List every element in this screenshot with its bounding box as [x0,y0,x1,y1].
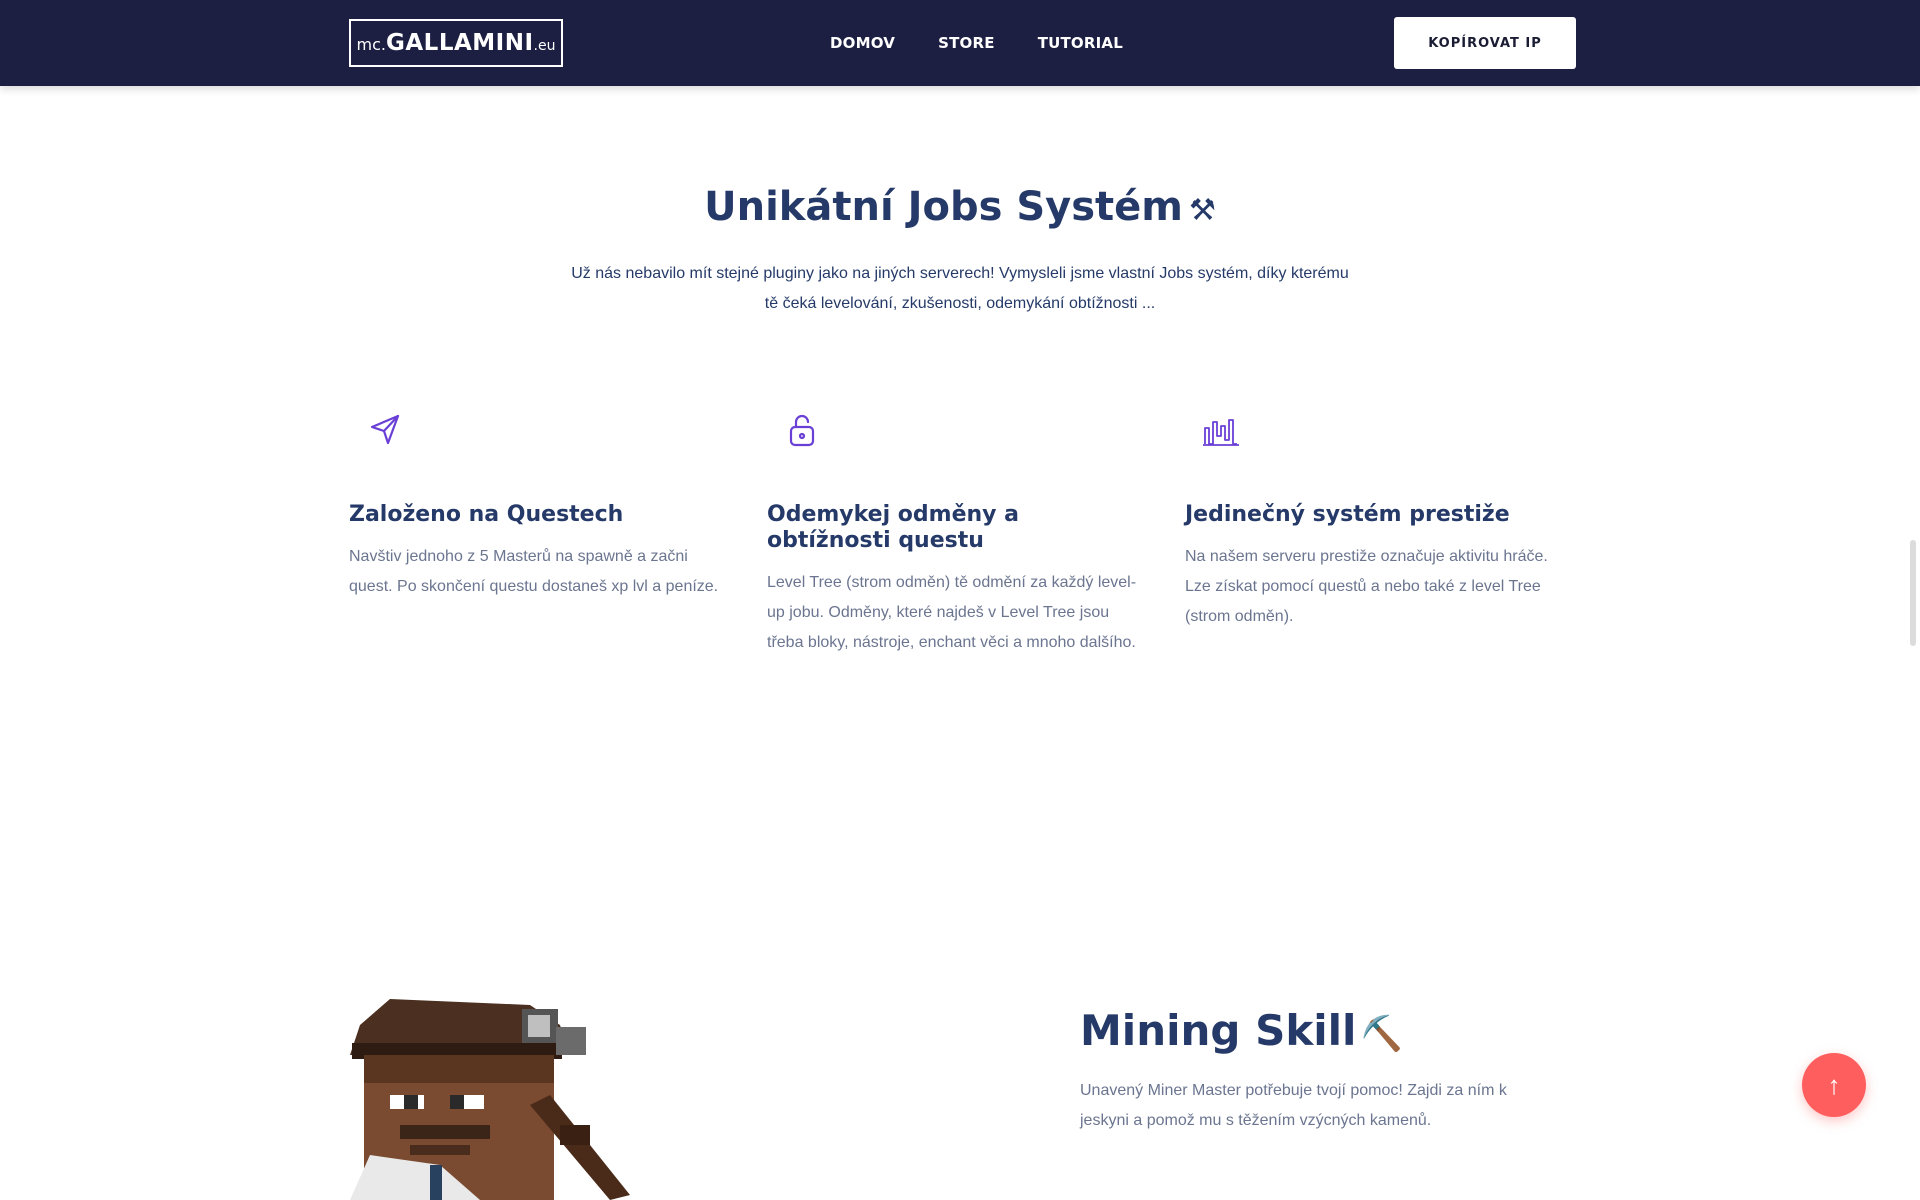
jobs-section-description: Už nás nebavilo mít stejné pluginy jako … [571,265,1349,312]
unlock-icon [783,410,823,450]
nav-link-domov[interactable]: DOMOV [830,34,895,52]
feature-card-prestige: Jedinečný systém prestiže Na našem serve… [1185,410,1555,632]
feature-card-quests: Založeno na Questech Navštiv jednoho z 5… [349,410,719,602]
feature-text: Navštiv jednoho z 5 Masterů na spawně a … [349,548,719,595]
mining-skill-description: Unavený Miner Master potřebuje tvojí pom… [1080,1082,1507,1129]
site-logo[interactable]: mc. GALLAMINI .eu [349,19,563,67]
scroll-to-top-button[interactable]: ↑ [1802,1053,1866,1117]
feature-card-rewards: Odemykej odměny a obtížnosti questu Leve… [767,410,1137,658]
feature-text: Level Tree (strom odměn) tě odmění za ka… [767,574,1137,651]
miner-master-character-image [330,995,710,1200]
arrow-up-icon: ↑ [1827,1069,1841,1100]
send-icon [365,410,405,450]
logo-prefix: mc. [356,35,386,54]
bar-chart-icon [1201,410,1241,450]
navbar: mc. GALLAMINI .eu DOMOV STORE TUTORIAL K… [0,0,1920,86]
mining-title-text: Mining Skill [1080,1006,1357,1055]
feature-title: Jedinečný systém prestiže [1185,502,1510,527]
feature-title: Odemykej odměny a obtížnosti questu [767,502,1020,553]
jobs-section-title: Unikátní Jobs Systém ⚒ [0,184,1920,230]
nav-link-tutorial[interactable]: TUTORIAL [1038,34,1123,52]
jobs-title-text: Unikátní Jobs Systém [704,184,1183,230]
nav-link-store[interactable]: STORE [938,34,995,52]
feature-text: Na našem serveru prestiže označuje aktiv… [1185,548,1548,625]
pickaxe-icon: ⛏️ [1360,1014,1403,1054]
copy-ip-button[interactable]: KOPÍROVAT IP [1394,17,1576,69]
mining-skill-title: Mining Skill ⛏️ [1080,1006,1403,1055]
feature-title: Založeno na Questech [349,502,624,527]
logo-suffix: .eu [533,38,556,54]
main-nav: DOMOV STORE TUTORIAL [830,0,1123,86]
page-scrollbar[interactable] [1910,540,1916,646]
logo-main: GALLAMINI [385,30,534,56]
hammer-pick-icon: ⚒ [1188,193,1216,228]
